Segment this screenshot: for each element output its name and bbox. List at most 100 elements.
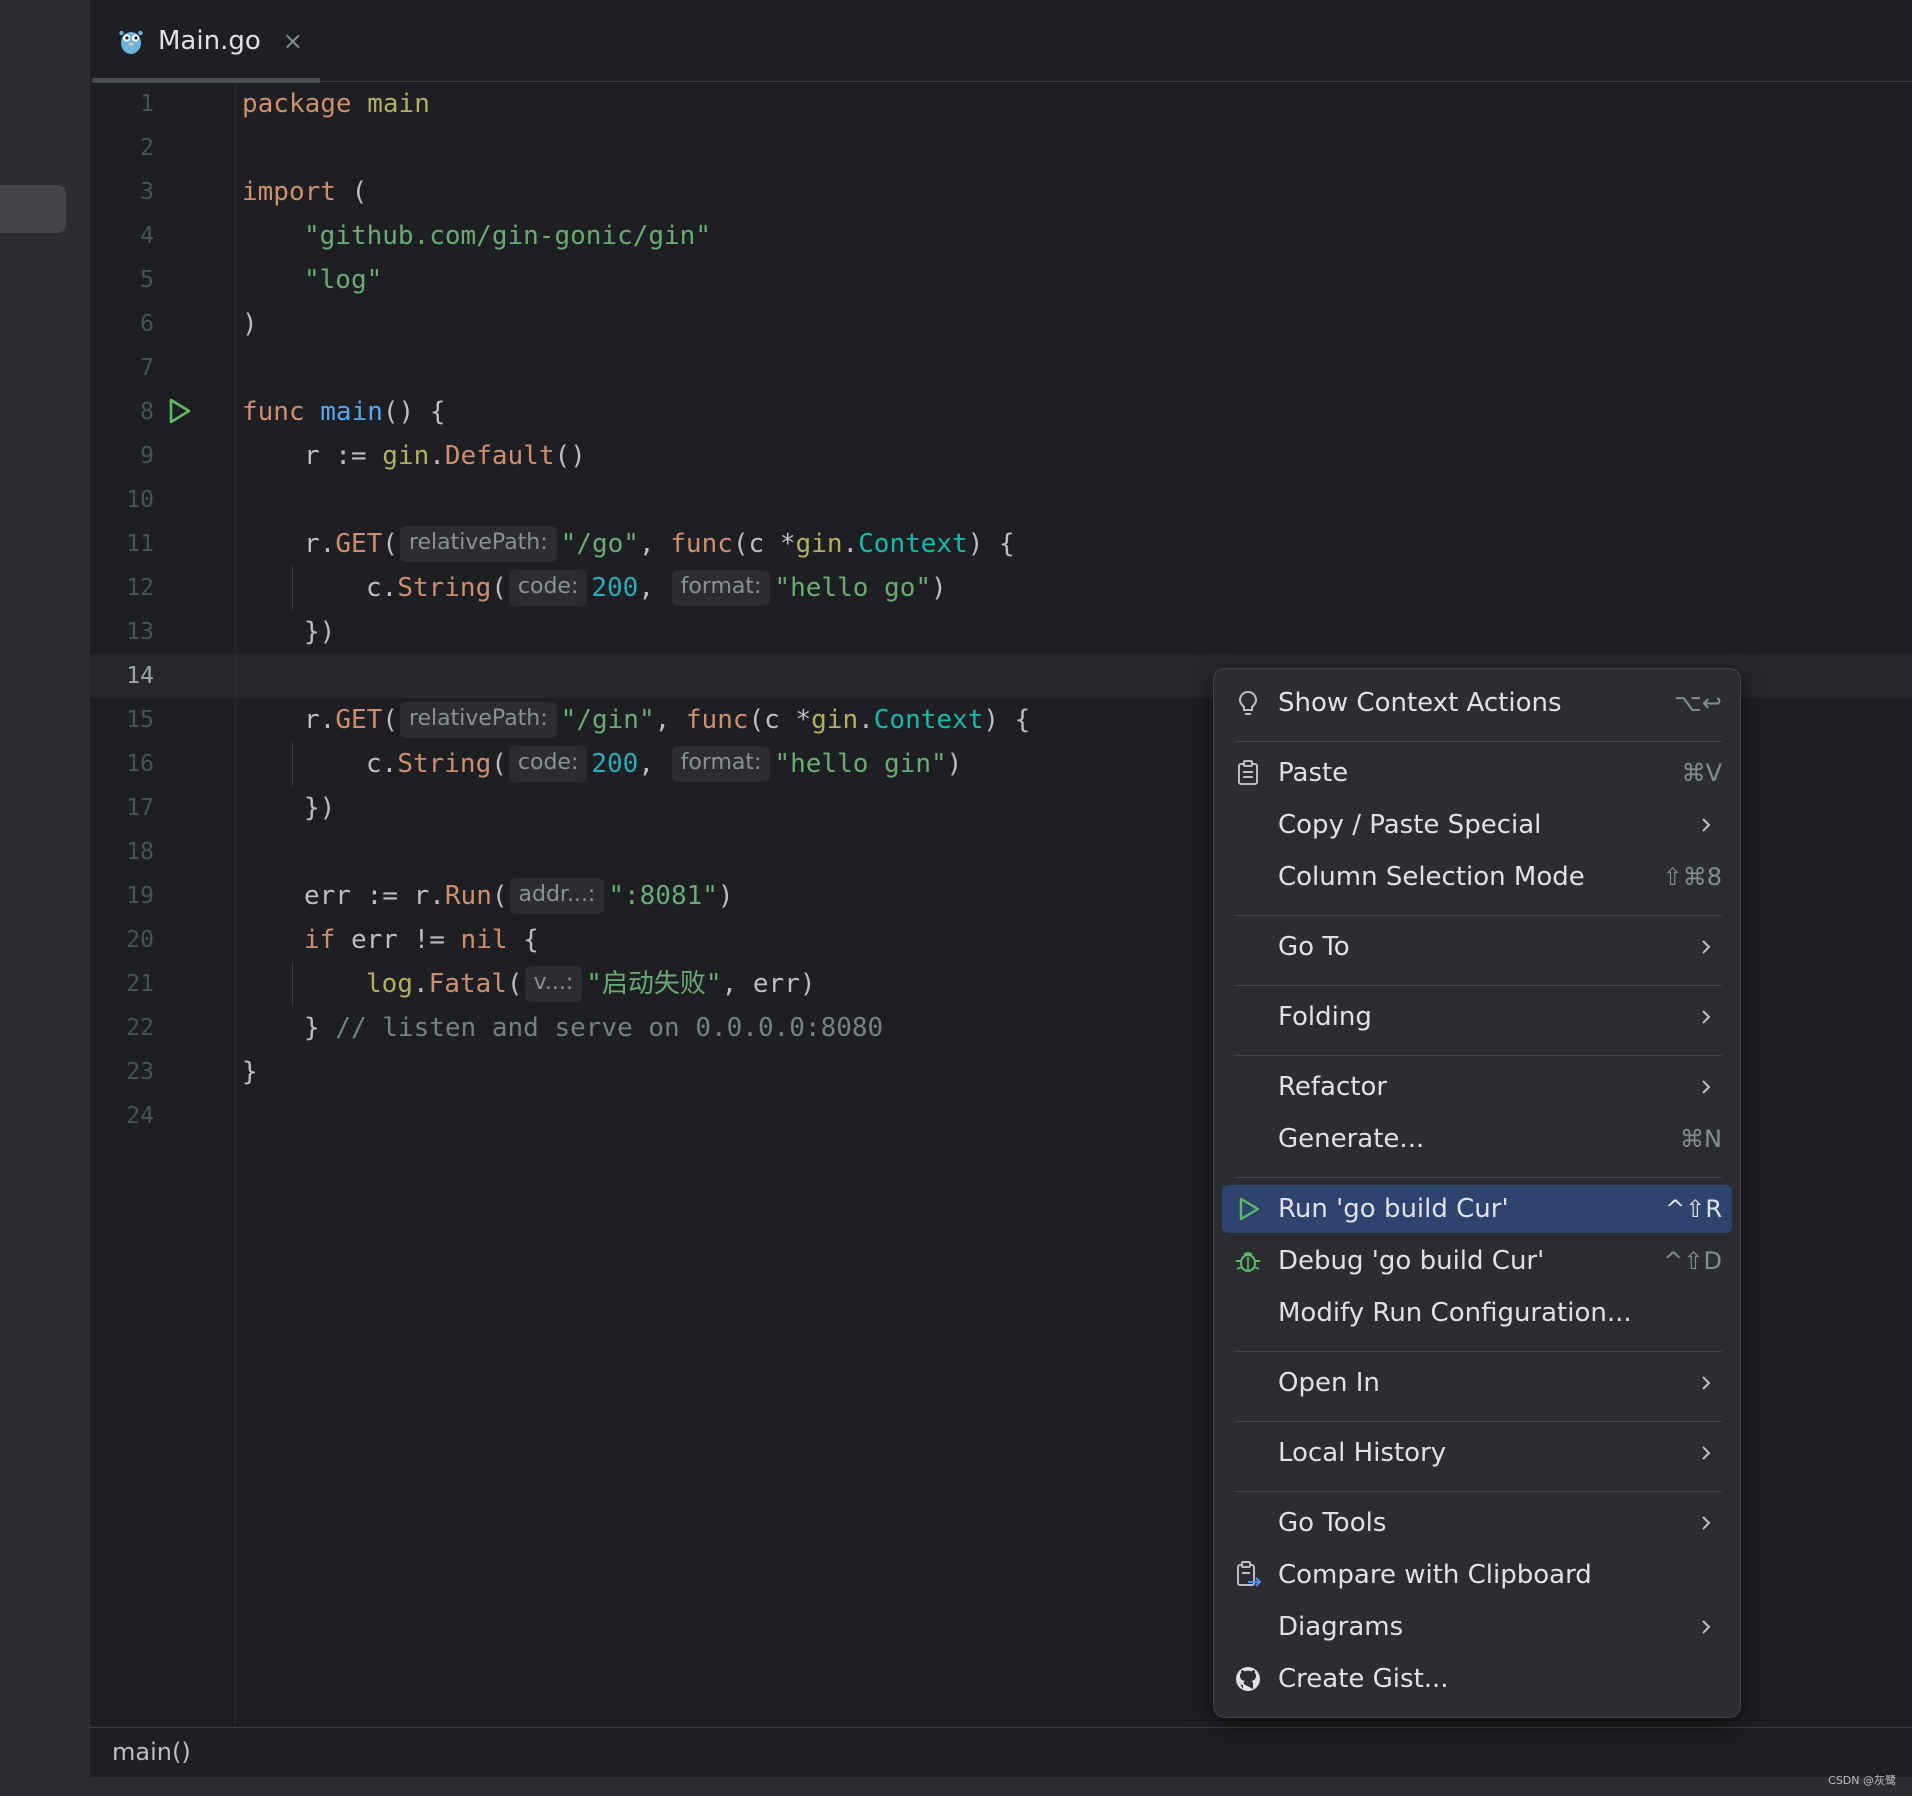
code-text: (	[491, 573, 507, 603]
breadcrumb: main()	[90, 1727, 1912, 1777]
indent-guide	[292, 962, 293, 1006]
menu-item-label: Compare with Clipboard	[1278, 1560, 1592, 1590]
menu-item-generate[interactable]: Generate... ⌘N	[1222, 1115, 1732, 1163]
code-line-11: r.GET(relativePath: "/go", func(c *gin.Co…	[304, 522, 1015, 566]
menu-item-show-context-actions[interactable]: Show Context Actions ⌥↩	[1222, 679, 1732, 727]
code-text: , err)	[721, 969, 816, 999]
line-number: 11	[126, 531, 154, 557]
comment: // listen and serve on 0.0.0.0:8080	[335, 1013, 884, 1043]
menu-item-debug[interactable]: Debug 'go build Cur' ^⇧D	[1222, 1237, 1732, 1285]
menu-item-paste[interactable]: Paste ⌘V	[1222, 749, 1732, 797]
identifier: main	[367, 89, 430, 119]
menu-separator	[1234, 1055, 1722, 1056]
keyword: nil	[460, 925, 508, 955]
method-call: GET	[335, 529, 383, 559]
code-text: err !=	[335, 925, 461, 955]
number-literal: 200	[591, 749, 639, 779]
code-text: (	[382, 705, 398, 735]
code-text: err := r.	[304, 881, 445, 911]
line-number: 8	[140, 399, 154, 425]
menu-item-local-history[interactable]: Local History	[1222, 1429, 1732, 1477]
menu-item-label: Copy / Paste Special	[1278, 810, 1542, 840]
code-line-5: "log"	[304, 258, 382, 302]
string-literal: "hello go"	[774, 573, 932, 603]
breadcrumb-item[interactable]: main()	[112, 1738, 191, 1766]
code-line-15: r.GET(relativePath: "/gin", func(c *gin.C…	[304, 698, 1030, 742]
line-number: 2	[140, 135, 154, 161]
keyword: if	[304, 925, 336, 955]
code-text: {	[507, 925, 539, 955]
line-number: 9	[140, 443, 154, 469]
code-line-3: import (	[242, 170, 367, 214]
menu-item-create-gist[interactable]: Create Gist...	[1222, 1655, 1732, 1703]
run-gutter-icon[interactable]	[164, 396, 194, 426]
menu-item-label: Show Context Actions	[1278, 688, 1562, 718]
menu-separator	[1234, 985, 1722, 986]
line-number: 18	[126, 839, 154, 865]
menu-item-shortcut: ⇧⌘8	[1662, 863, 1722, 891]
code-line-4: "github.com/gin-gonic/gin"	[304, 214, 711, 258]
menu-item-diagrams[interactable]: Diagrams	[1222, 1603, 1732, 1651]
parameter-hint: format:	[671, 746, 771, 782]
menu-item-folding[interactable]: Folding	[1222, 993, 1732, 1041]
status-bar	[0, 1777, 1912, 1796]
line-number: 17	[126, 795, 154, 821]
menu-item-run[interactable]: Run 'go build Cur' ^⇧R	[1222, 1185, 1732, 1233]
menu-item-label: Local History	[1278, 1438, 1447, 1468]
keyword: import	[242, 177, 336, 207]
string-literal: "hello gin"	[774, 749, 947, 779]
line-number: 24	[126, 1103, 154, 1129]
string-literal: "/go"	[560, 529, 639, 559]
run-icon	[1234, 1195, 1262, 1223]
menu-item-modify-run-configuration[interactable]: Modify Run Configuration...	[1222, 1289, 1732, 1337]
menu-item-label: Modify Run Configuration...	[1278, 1298, 1632, 1328]
code-text: })	[304, 617, 336, 647]
method-call: Run	[444, 881, 492, 911]
code-text: ,	[638, 529, 671, 559]
package-name: gin	[795, 529, 843, 559]
parameter-hint: code:	[508, 746, 588, 782]
menu-item-shortcut: ⌘V	[1681, 759, 1722, 787]
menu-item-refactor[interactable]: Refactor	[1222, 1063, 1732, 1111]
menu-item-go-tools[interactable]: Go Tools	[1222, 1499, 1732, 1547]
code-line-13: })	[304, 610, 335, 654]
menu-item-go-to[interactable]: Go To	[1222, 923, 1732, 971]
tool-strip-selected-item[interactable]	[0, 185, 66, 233]
line-number: 21	[126, 971, 154, 997]
code-line-23: }	[242, 1050, 258, 1094]
menu-item-label: Run 'go build Cur'	[1278, 1194, 1509, 1224]
menu-item-column-selection-mode[interactable]: Column Selection Mode ⇧⌘8	[1222, 853, 1732, 901]
menu-item-open-in[interactable]: Open In	[1222, 1359, 1732, 1407]
menu-item-label: Create Gist...	[1278, 1664, 1449, 1694]
code-text: ,	[654, 705, 686, 735]
string-literal: ":8081"	[608, 881, 718, 911]
menu-item-compare-with-clipboard[interactable]: Compare with Clipboard	[1222, 1551, 1732, 1599]
line-number: 1	[140, 91, 154, 117]
keyword: func	[670, 529, 733, 559]
code-line-21: log.Fatal(v...: "启动失败", err)	[366, 962, 816, 1006]
code-text: .	[842, 529, 859, 559]
code-text: (	[491, 881, 508, 911]
close-tab-icon[interactable]: ×	[283, 27, 303, 55]
code-text: (	[382, 529, 398, 559]
code-text: c.	[366, 749, 398, 779]
string-literal: "github.com/gin-gonic/gin"	[304, 221, 711, 251]
menu-separator	[1234, 1177, 1722, 1178]
menu-item-label: Column Selection Mode	[1278, 862, 1585, 892]
tab-main-go[interactable]: Main.go ×	[92, 0, 320, 83]
line-number: 6	[140, 311, 154, 337]
line-number-current: 14	[126, 663, 154, 689]
menu-item-copy-paste-special[interactable]: Copy / Paste Special	[1222, 801, 1732, 849]
menu-item-label: Open In	[1278, 1368, 1380, 1398]
method-call: String	[397, 749, 492, 779]
context-menu: Show Context Actions ⌥↩ Paste ⌘V Copy / …	[1213, 668, 1741, 1718]
package-name: gin	[811, 705, 859, 735]
lightbulb-icon	[1234, 689, 1262, 717]
code-text: ,	[638, 573, 670, 603]
compare-clipboard-icon	[1234, 1561, 1262, 1589]
editor-tab-bar: Main.go ×	[90, 0, 1912, 83]
line-number: 3	[140, 179, 154, 205]
menu-item-label: Refactor	[1278, 1072, 1388, 1102]
